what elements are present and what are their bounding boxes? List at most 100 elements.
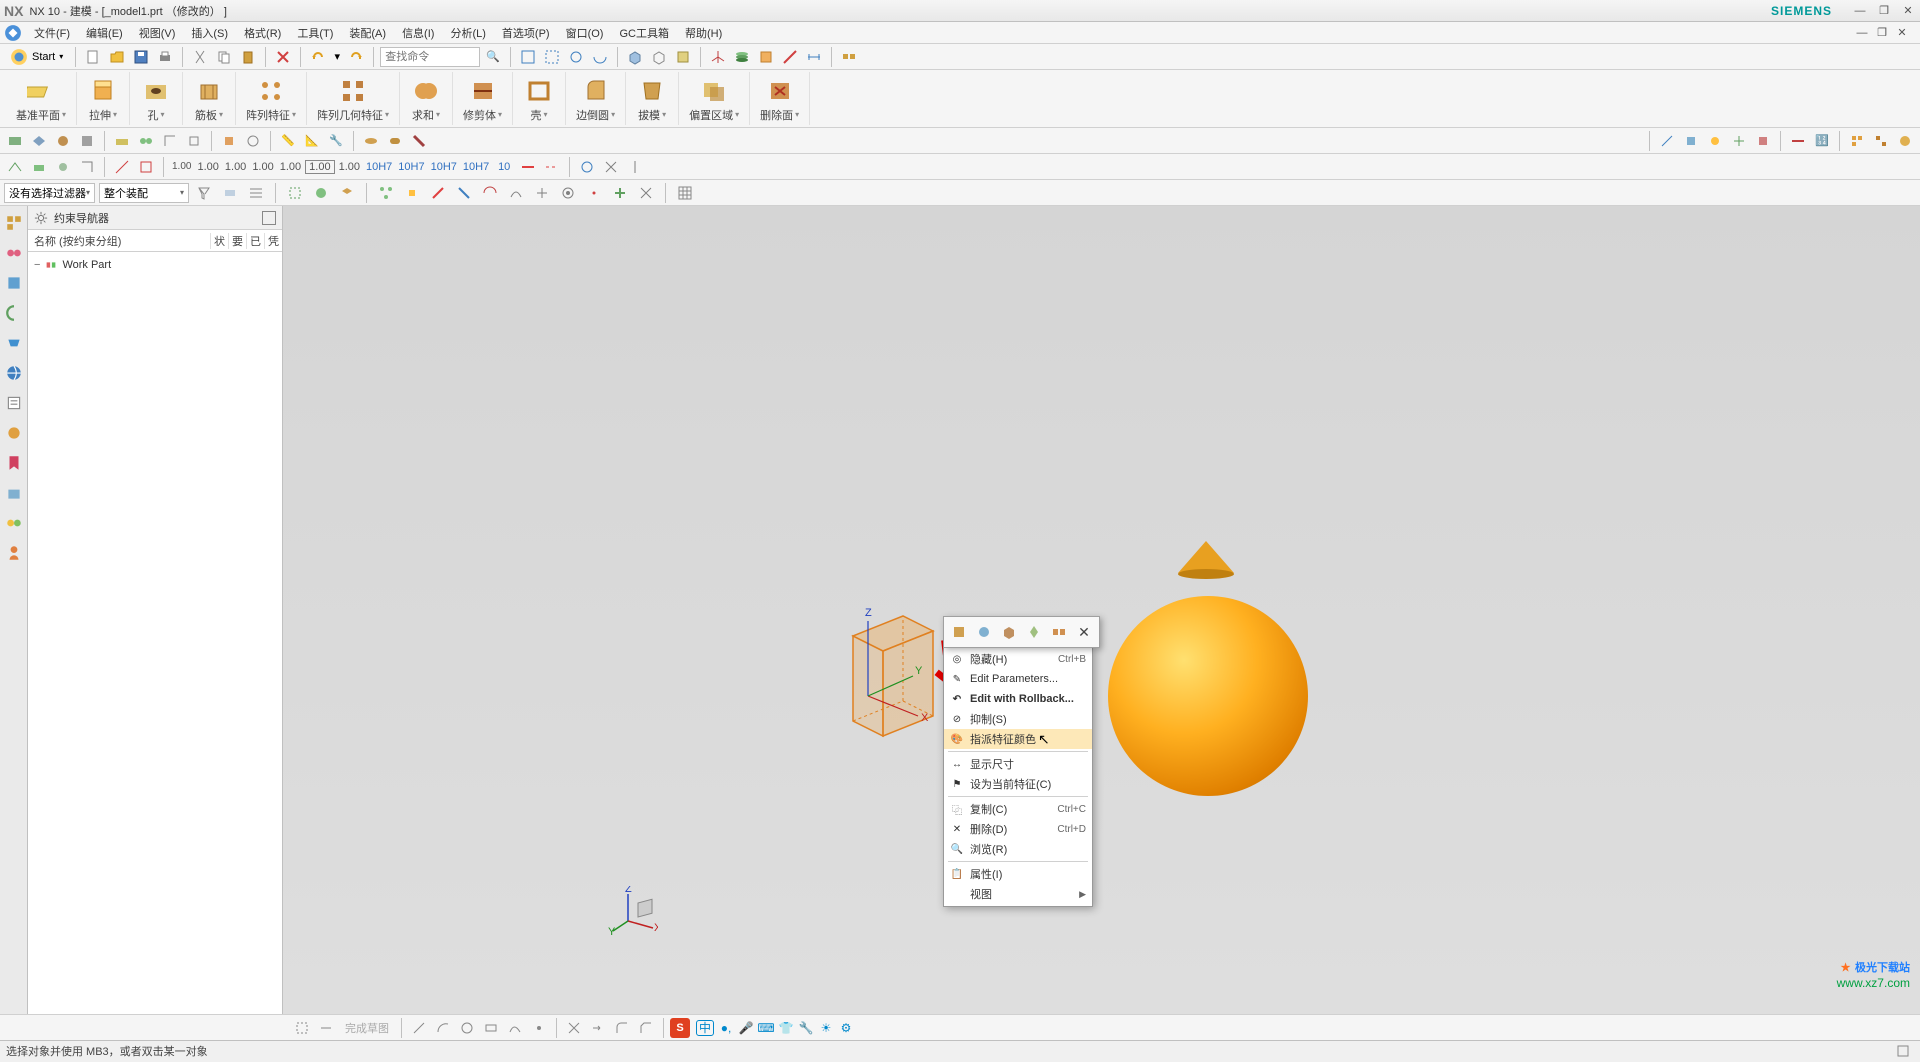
ctx-edit-rollback[interactable]: ↶Edit with Rollback...	[944, 689, 1092, 709]
col-state[interactable]: 状	[210, 233, 228, 249]
ime-tool[interactable]: 🔧	[798, 1020, 814, 1036]
num-btn[interactable]: 1.00	[195, 161, 220, 173]
measure-icon[interactable]	[779, 46, 801, 68]
save-button[interactable]	[130, 46, 152, 68]
selection-filter[interactable]: 没有选择过滤器	[4, 183, 95, 203]
num-btn[interactable]: 10H7	[429, 161, 459, 173]
ribbon-edgeblend[interactable]: 边倒圆	[566, 72, 626, 125]
ribbon-trim[interactable]: 修剪体	[453, 72, 513, 125]
sketch-fillet[interactable]	[611, 1017, 633, 1039]
ribbon-pattern[interactable]: 阵列特征	[236, 72, 307, 125]
menu-help[interactable]: 帮助(H)	[677, 23, 730, 43]
grid-btn[interactable]	[674, 182, 696, 204]
popup-btn-2[interactable]	[973, 621, 995, 643]
num-btn[interactable]: 1.00	[223, 161, 248, 173]
render-shaded[interactable]	[624, 46, 646, 68]
sketch-btn[interactable]	[315, 1017, 337, 1039]
view-pan[interactable]	[565, 46, 587, 68]
tb2-btn[interactable]	[408, 130, 430, 152]
maximize-button[interactable]: ❐	[1876, 3, 1892, 19]
num-btn[interactable]: 10	[493, 161, 515, 173]
ctx-hide[interactable]: ◎隐藏(H)Ctrl+B	[944, 649, 1092, 669]
sketch-line[interactable]	[408, 1017, 430, 1039]
close-button[interactable]: ✕	[1900, 3, 1916, 19]
ime-punct[interactable]: ●,	[718, 1020, 734, 1036]
view-triad[interactable]: Z X Y	[608, 886, 658, 936]
popup-close[interactable]: ✕	[1073, 621, 1095, 643]
rail-knowledge[interactable]	[3, 452, 25, 474]
sketch-trim[interactable]	[563, 1017, 585, 1039]
selected-block[interactable]: Z X Y	[843, 606, 943, 746]
ctx-copy[interactable]: ⿻复制(C)Ctrl+C	[944, 799, 1092, 819]
tb2-btn[interactable]	[1680, 130, 1702, 152]
ribbon-delface[interactable]: 删除面	[750, 72, 810, 125]
ribbon-rib[interactable]: 筋板	[183, 72, 236, 125]
ime-emoji[interactable]: ☀	[818, 1020, 834, 1036]
doc-minimize[interactable]: —	[1854, 25, 1870, 41]
tb3-btn[interactable]	[4, 156, 26, 178]
snap-btn[interactable]	[336, 182, 358, 204]
app-menu-icon[interactable]	[4, 24, 22, 42]
ribbon-offset[interactable]: 偏置区域	[679, 72, 750, 125]
num-btn[interactable]: 1.00	[250, 161, 275, 173]
ribbon-geompattern[interactable]: 阵列几何特征	[307, 72, 400, 125]
ribbon-shell[interactable]: 壳	[513, 72, 566, 125]
tb2-btn[interactable]	[52, 130, 74, 152]
undo-list[interactable]: ▾	[331, 46, 343, 68]
snap-btn[interactable]	[427, 182, 449, 204]
view-rotate[interactable]	[589, 46, 611, 68]
snap-btn[interactable]	[375, 182, 397, 204]
ime-lang[interactable]: 中	[696, 1020, 714, 1036]
tb2-btn[interactable]	[1846, 130, 1868, 152]
3d-viewport[interactable]: Z X Y ↘ ✕ ◎隐藏(H)Ctrl+B ✎Edit Parameters.…	[283, 206, 1920, 1014]
undo-button[interactable]	[307, 46, 329, 68]
popup-btn-5[interactable]	[1048, 621, 1070, 643]
snap-btn[interactable]	[310, 182, 332, 204]
view-fit[interactable]	[517, 46, 539, 68]
tb2-btn[interactable]	[218, 130, 240, 152]
ribbon-datum[interactable]: 基准平面	[6, 72, 77, 125]
menu-insert[interactable]: 插入(S)	[183, 23, 236, 43]
popup-btn-3[interactable]	[998, 621, 1020, 643]
snap-btn[interactable]	[453, 182, 475, 204]
doc-close[interactable]: ✕	[1894, 25, 1910, 41]
navigator-tree[interactable]: − Work Part	[28, 252, 282, 1014]
open-button[interactable]	[106, 46, 128, 68]
status-btn[interactable]	[1892, 1040, 1914, 1062]
ctx-view[interactable]: 视图▶	[944, 884, 1092, 904]
search-go[interactable]: 🔍	[482, 46, 504, 68]
sketch-extend[interactable]	[587, 1017, 609, 1039]
num-btn[interactable]: 1.00	[305, 160, 334, 174]
tb2-btn[interactable]	[1656, 130, 1678, 152]
ime-keyboard[interactable]: ⌨	[758, 1020, 774, 1036]
rail-assembly-nav[interactable]	[3, 212, 25, 234]
sphere-object[interactable]	[1108, 596, 1308, 796]
tb2-btn[interactable]	[28, 130, 50, 152]
render-edges[interactable]	[672, 46, 694, 68]
tb3-btn[interactable]	[624, 156, 646, 178]
ribbon-draft[interactable]: 拔模	[626, 72, 679, 125]
filter-btn[interactable]	[219, 182, 241, 204]
ime-mic[interactable]: 🎤	[738, 1020, 754, 1036]
num-btn[interactable]: 1.00	[278, 161, 303, 173]
snap-btn[interactable]	[557, 182, 579, 204]
tb2-btn[interactable]	[159, 130, 181, 152]
clip-icon[interactable]	[755, 46, 777, 68]
tb2-btn[interactable]: 📐	[301, 130, 323, 152]
snap-btn[interactable]	[401, 182, 423, 204]
rail-process[interactable]	[3, 422, 25, 444]
snap-btn[interactable]	[479, 182, 501, 204]
tb3-btn[interactable]	[541, 156, 563, 178]
tb2-btn[interactable]	[183, 130, 205, 152]
layer-icon[interactable]	[731, 46, 753, 68]
tb2-btn[interactable]	[111, 130, 133, 152]
tb2-btn[interactable]	[1894, 130, 1916, 152]
assy-icon[interactable]	[838, 46, 860, 68]
num-btn[interactable]: 10H7	[461, 161, 491, 173]
rail-visual[interactable]	[3, 482, 25, 504]
scope-filter[interactable]: 整个装配	[99, 183, 189, 203]
ctx-edit-params[interactable]: ✎Edit Parameters...	[944, 669, 1092, 689]
rail-hd3d[interactable]	[3, 332, 25, 354]
tb2-btn[interactable]	[1728, 130, 1750, 152]
cone-object[interactable]	[1178, 541, 1234, 573]
